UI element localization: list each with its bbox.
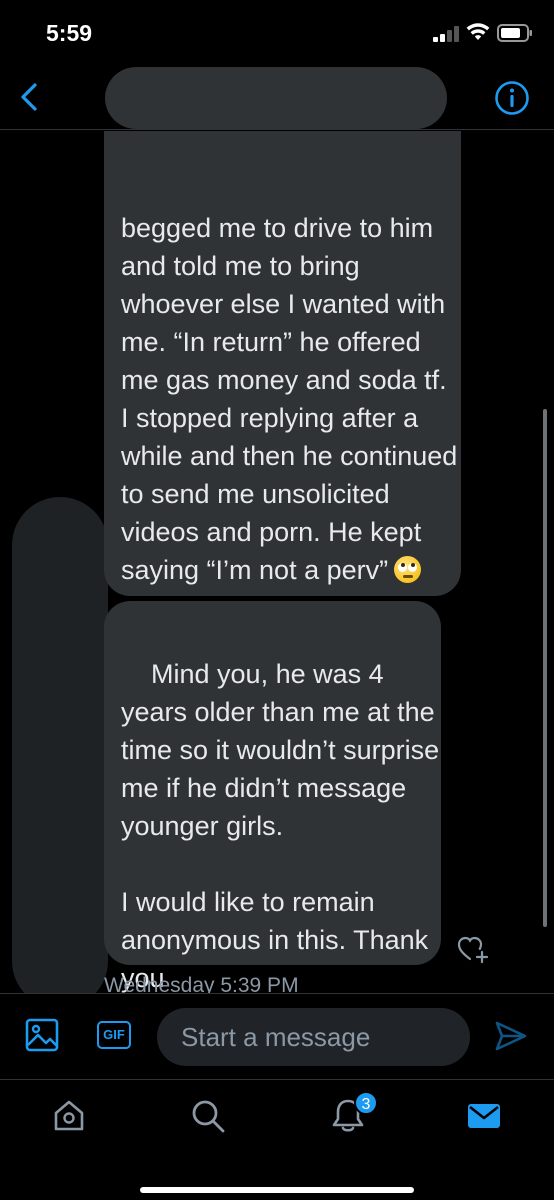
- message-text: begged me to drive to him and told me to…: [121, 213, 465, 585]
- scrollbar[interactable]: [543, 409, 547, 927]
- search-icon[interactable]: [190, 1098, 226, 1134]
- status-bar: 5:59: [0, 0, 554, 60]
- image-icon[interactable]: [25, 1018, 59, 1052]
- home-indicator[interactable]: [140, 1187, 414, 1193]
- rolling-eyes-emoji-icon: [394, 556, 422, 583]
- home-icon[interactable]: [51, 1098, 87, 1134]
- chevron-left-icon[interactable]: [16, 82, 44, 112]
- send-icon[interactable]: [494, 1020, 528, 1052]
- message-bubble[interactable]: begged me to drive to him and told me to…: [104, 131, 461, 596]
- message-timestamp: Wednesday 5:39 PM: [104, 974, 299, 993]
- battery-icon: [497, 24, 532, 42]
- messages-icon[interactable]: [466, 1098, 502, 1134]
- gif-button[interactable]: GIF: [97, 1021, 131, 1049]
- conversation-title-redacted[interactable]: [105, 67, 447, 129]
- status-time: 5:59: [46, 20, 93, 46]
- message-input[interactable]: [157, 1008, 470, 1066]
- notification-badge: 3: [354, 1091, 378, 1115]
- message-composer: GIF: [0, 993, 554, 1079]
- message-thread[interactable]: begged me to drive to him and told me to…: [0, 131, 554, 993]
- heart-plus-icon[interactable]: [456, 933, 490, 965]
- info-circle-icon[interactable]: [494, 80, 530, 116]
- cellular-signal-icon: [433, 26, 461, 42]
- conversation-header: [0, 60, 554, 130]
- bottom-tab-bar: 3: [0, 1079, 554, 1200]
- wifi-icon: [466, 23, 490, 40]
- avatar-redacted: [12, 497, 108, 993]
- message-text: Mind you, he was 4 years older than me a…: [121, 659, 440, 993]
- message-bubble[interactable]: Mind you, he was 4 years older than me a…: [104, 601, 441, 993]
